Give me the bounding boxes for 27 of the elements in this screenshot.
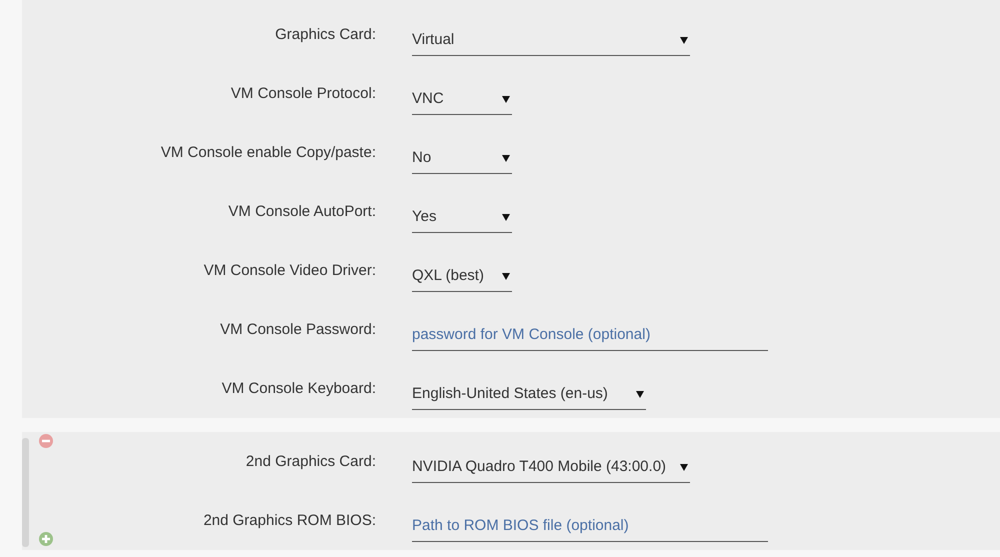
dropdown[interactable]: English-United States (en-us) <box>412 379 646 410</box>
caret-icon <box>636 390 644 398</box>
field-label: VM Console enable Copy/paste: <box>160 144 376 161</box>
caret-icon <box>502 154 510 162</box>
caret-icon <box>502 94 510 102</box>
field-label: Graphics Card: <box>274 26 376 43</box>
dropdown[interactable]: QXL (best) <box>412 261 512 292</box>
dropdown[interactable]: Virtual <box>412 25 690 56</box>
dropdown[interactable]: VNC <box>412 84 512 115</box>
dropdown[interactable]: NVIDIA Quadro T400 Mobile (43:00.0) <box>412 452 690 483</box>
remove-icon[interactable] <box>39 434 53 448</box>
input-field[interactable]: password for VM Console (optional) <box>412 320 768 351</box>
dropdown[interactable]: Yes <box>412 202 512 233</box>
caret-icon <box>502 212 510 220</box>
field-label: VM Console Video Driver: <box>202 262 376 279</box>
field-label: 2nd Graphics Card: <box>244 453 376 470</box>
field-label: VM Console AutoPort: <box>227 203 376 220</box>
caret-icon <box>680 36 688 44</box>
caret-icon <box>502 272 510 280</box>
dropdown[interactable]: No <box>412 143 512 174</box>
input-field[interactable]: Path to ROM BIOS file (optional) <box>412 511 768 542</box>
field-label: VM Console Keyboard: <box>220 380 376 397</box>
caret-icon <box>680 462 688 470</box>
field-label: VM Console Password: <box>219 321 376 338</box>
add-icon[interactable] <box>39 532 53 546</box>
field-label: VM Console Protocol: <box>230 85 376 102</box>
field-label: 2nd Graphics ROM BIOS: <box>202 512 376 529</box>
